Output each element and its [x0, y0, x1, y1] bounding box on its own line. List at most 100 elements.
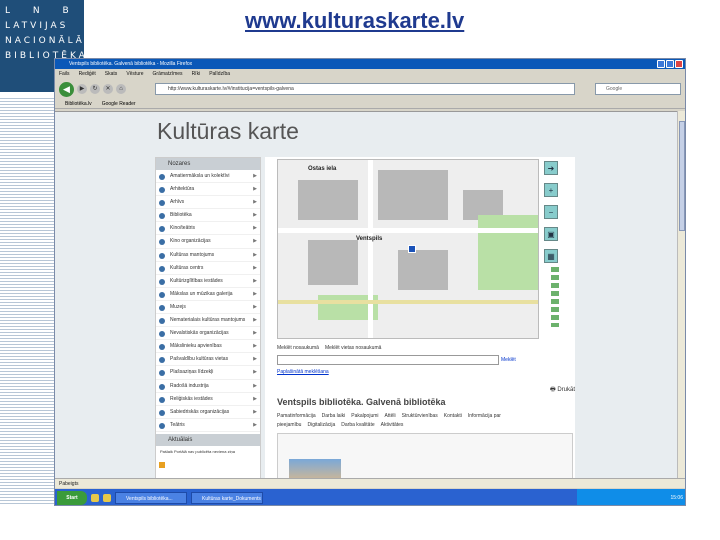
stop-button[interactable]: ✕	[103, 84, 113, 94]
chevron-right-icon: ▶	[253, 395, 257, 402]
menu-tools[interactable]: Rīki	[192, 69, 201, 79]
category-icon	[159, 383, 165, 390]
category-icon	[159, 291, 165, 298]
search-button[interactable]: Meklēt	[501, 355, 531, 365]
institution-tab[interactable]: Pamatinformācija	[277, 413, 316, 419]
sidebar-item[interactable]: Muzejs ▶	[156, 301, 260, 315]
sidebar-item[interactable]: Reliģiskās iestādes ▶	[156, 393, 260, 406]
map-label: Ostas iela	[308, 166, 337, 172]
institution-tab[interactable]: Attēli	[385, 413, 396, 419]
zoom-in-icon[interactable]: +	[544, 183, 558, 197]
map-view-icon[interactable]: ▦	[544, 249, 558, 263]
sidebar-item[interactable]: Mākslinieku apvienības ▶	[156, 340, 260, 354]
reload-button[interactable]: ↻	[90, 84, 100, 94]
pan-icon[interactable]: ➜	[544, 161, 558, 175]
sidebar-item[interactable]: Kino/teātris ▶	[156, 222, 260, 236]
sidebar-item[interactable]: Nevalstiskās organizācijas ▶	[156, 327, 260, 341]
sidebar-item[interactable]: Mākslas un mūzikas galerija ▶	[156, 288, 260, 301]
minimize-icon[interactable]	[657, 60, 665, 68]
map-tools: ➜ + − ▣ ▦	[541, 161, 561, 271]
slide-url-title[interactable]: www.kulturaskarte.lv	[245, 8, 464, 34]
institution-title: Ventspils bibliotēka. Galvenā bibliotēka	[277, 397, 446, 407]
taskbar-item[interactable]: Ventspils bibliotēka...	[115, 492, 187, 504]
menu-edit[interactable]: Rediģēt	[79, 69, 96, 79]
sidebar-item[interactable]: Pašvaldību kultūras vietas ▶	[156, 353, 260, 367]
institution-tab[interactable]: Kontakti	[444, 413, 462, 419]
institution-tab[interactable]: Aktivitātes	[381, 422, 404, 428]
map-block	[298, 180, 358, 220]
sidebar-item-label: Kultūras centrs	[170, 264, 204, 271]
home-button[interactable]: ⌂	[116, 84, 126, 94]
category-icon	[159, 409, 165, 416]
category-icon	[159, 187, 165, 194]
sidebar-item[interactable]: Arhīvs ▶	[156, 196, 260, 210]
sidebar-item[interactable]: Bibliotēka ▶	[156, 209, 260, 223]
sidebar-header: Nozares	[156, 158, 260, 170]
extended-search-link[interactable]: Paplašinātā meklēšana	[277, 369, 329, 375]
sidebar-item-label: Muzejs	[170, 303, 186, 310]
print-label: Drukāt	[557, 387, 576, 393]
category-icon	[159, 278, 165, 285]
menu-bookmarks[interactable]: Grāmatzīmes	[153, 69, 183, 79]
sidebar-item[interactable]: Nematerialais kultūras mantojums ▶	[156, 314, 260, 328]
sidebar-item-label: Kultūrizglītības iestādes	[170, 277, 223, 284]
bookmark-item[interactable]: Google Reader	[102, 99, 136, 108]
map-layers-icon[interactable]: ▣	[544, 227, 558, 241]
sidebar-item[interactable]: Kultūras centrs ▶	[156, 262, 260, 275]
forward-button[interactable]: ▶	[77, 84, 87, 94]
institution-tab[interactable]: Pakalpojumi	[351, 413, 378, 419]
chevron-right-icon: ▶	[253, 238, 257, 245]
sidebar-item[interactable]: Plašsaziņas līdzekļi ▶	[156, 366, 260, 380]
institution-tab[interactable]: Digitalizācija	[307, 422, 335, 428]
sidebar-item[interactable]: Amatiermāksla un kolektīvi ▶	[156, 170, 260, 184]
sidebar-item[interactable]: Kino organizācijas ▶	[156, 235, 260, 249]
zoom-slider[interactable]	[551, 267, 559, 327]
zoom-out-icon[interactable]: −	[544, 205, 558, 219]
menu-history[interactable]: Vēsture	[126, 69, 143, 79]
sidebar-item[interactable]: Arhitektūra ▶	[156, 183, 260, 197]
category-icon	[159, 252, 165, 259]
category-icon	[159, 331, 165, 338]
institution-tab[interactable]: Darba laiki	[322, 413, 346, 419]
city-map[interactable]: Ostas iela Ventspils	[277, 159, 539, 339]
map-park	[478, 215, 538, 290]
chevron-right-icon: ▶	[253, 290, 257, 297]
sidebar-item-label: Nematerialais kultūras mantojums	[170, 317, 246, 324]
search-label: Meklēt nosaukumā	[277, 345, 319, 351]
rss-icon[interactable]	[159, 462, 165, 468]
address-bar[interactable]: http://www.kulturaskarte.lv/#/institucij…	[155, 83, 575, 95]
back-button[interactable]: ◀	[59, 81, 74, 97]
sidebar-item[interactable]: Sabiedriskās organizācijas ▶	[156, 406, 260, 419]
sidebar-item[interactable]: Radošā industrija ▶	[156, 380, 260, 393]
menu-file[interactable]: Fails	[59, 69, 70, 79]
close-icon[interactable]	[675, 60, 683, 68]
sidebar-item[interactable]: Kultūras mantojums ▶	[156, 249, 260, 262]
menu-help[interactable]: Palīdzība	[209, 69, 230, 79]
category-icon	[159, 226, 165, 233]
menu-view[interactable]: Skats	[105, 69, 118, 79]
category-icon	[159, 396, 165, 403]
quicklaunch-icon[interactable]	[103, 494, 111, 502]
sidebar-item-label: Plašsaziņas līdzekļi	[170, 369, 214, 376]
category-icon	[159, 213, 165, 220]
logo-line-1: L N B	[5, 6, 79, 16]
window-title: Ventspils bibliotēka. Galvenā bibliotēka…	[69, 61, 193, 67]
sidebar-item-label: Arhitektūra	[170, 186, 195, 193]
taskbar-item[interactable]: Kultūras karte_Dokuments	[191, 492, 263, 504]
maximize-icon[interactable]	[666, 60, 674, 68]
search-box[interactable]: Google	[595, 83, 681, 95]
quicklaunch-icon[interactable]	[91, 494, 99, 502]
page-scrollbar[interactable]	[677, 111, 685, 478]
start-button[interactable]: Start	[57, 491, 87, 505]
search-input[interactable]	[277, 355, 499, 365]
print-button[interactable]: 🖶 Drukāt	[550, 385, 575, 395]
sidebar-item[interactable]: Teātris ▶	[156, 419, 260, 432]
institution-tab[interactable]: Struktūrvienības	[402, 413, 438, 419]
bookmark-item[interactable]: Bibliotēka.lv	[65, 99, 92, 108]
institution-tab[interactable]: Darba kvalitāte	[341, 422, 374, 428]
location-marker-icon[interactable]	[408, 245, 416, 253]
sidebar-item[interactable]: Kultūrizglītības iestādes ▶	[156, 275, 260, 288]
sidebar-item-label: Pašvaldību kultūras vietas	[170, 356, 229, 363]
category-icon	[159, 344, 165, 351]
scroll-thumb[interactable]	[679, 121, 685, 231]
